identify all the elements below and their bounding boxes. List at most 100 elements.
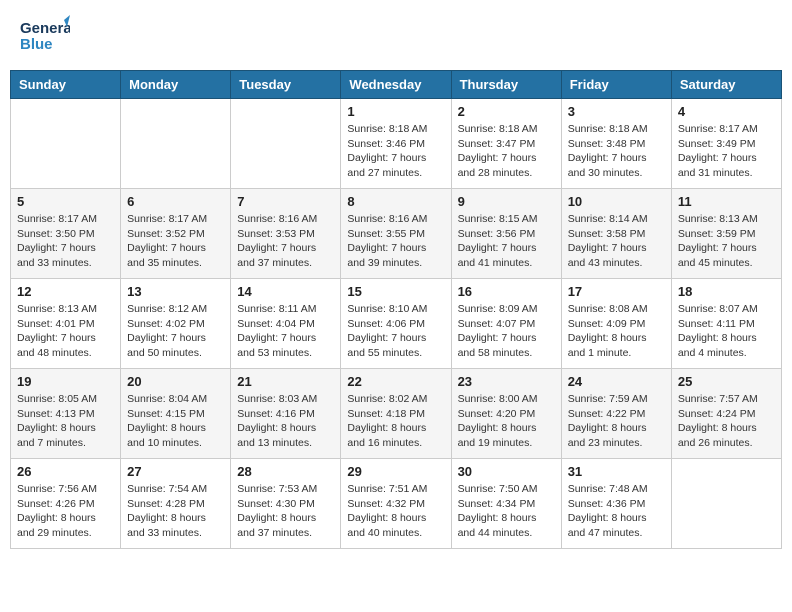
day-number: 13 — [127, 284, 224, 299]
day-info: Sunrise: 8:00 AM Sunset: 4:20 PM Dayligh… — [458, 392, 555, 451]
calendar-cell: 29 Sunrise: 7:51 AM Sunset: 4:32 PM Dayli… — [341, 459, 451, 549]
day-info: Sunrise: 8:17 AM Sunset: 3:50 PM Dayligh… — [17, 212, 114, 271]
day-number: 24 — [568, 374, 665, 389]
calendar-cell: 13Sunrise: 8:12 AM Sunset: 4:02 PM Dayli… — [121, 279, 231, 369]
day-info: Sunrise: 8:18 AM Sunset: 3:48 PM Dayligh… — [568, 122, 665, 181]
logo: GeneralBlue — [20, 15, 70, 55]
calendar-cell: 11Sunrise: 8:13 AM Sunset: 3:59 PM Dayli… — [671, 189, 781, 279]
day-number: 30 — [458, 464, 555, 479]
weekday-header: Friday — [561, 71, 671, 99]
calendar-cell: 12 Sunrise: 8:13 AM Sunset: 4:01 PM Dayli… — [11, 279, 121, 369]
day-number: 29 — [347, 464, 444, 479]
day-info: Sunrise: 8:14 AM Sunset: 3:58 PM Dayligh… — [568, 212, 665, 271]
calendar-cell: 21Sunrise: 8:03 AM Sunset: 4:16 PM Dayli… — [231, 369, 341, 459]
day-info: Sunrise: 8:02 AM Sunset: 4:18 PM Dayligh… — [347, 392, 444, 451]
day-info: Sunrise: 8:13 AM Sunset: 4:01 PM Dayligh… — [17, 302, 114, 361]
day-info: Sunrise: 8:17 AM Sunset: 3:52 PM Dayligh… — [127, 212, 224, 271]
calendar-cell: 6 Sunrise: 8:17 AM Sunset: 3:52 PM Daylig… — [121, 189, 231, 279]
day-number: 10 — [568, 194, 665, 209]
day-info: Sunrise: 8:09 AM Sunset: 4:07 PM Dayligh… — [458, 302, 555, 361]
day-info: Sunrise: 8:16 AM Sunset: 3:55 PM Dayligh… — [347, 212, 444, 271]
day-number: 27 — [127, 464, 224, 479]
day-number: 23 — [458, 374, 555, 389]
calendar-cell: 7 Sunrise: 8:16 AM Sunset: 3:53 PM Daylig… — [231, 189, 341, 279]
day-number: 14 — [237, 284, 334, 299]
logo-svg: GeneralBlue — [20, 15, 70, 55]
day-info: Sunrise: 8:18 AM Sunset: 3:46 PM Dayligh… — [347, 122, 444, 181]
weekday-header: Monday — [121, 71, 231, 99]
calendar-cell: 14 Sunrise: 8:11 AM Sunset: 4:04 PM Dayli… — [231, 279, 341, 369]
day-number: 3 — [568, 104, 665, 119]
day-number: 12 — [17, 284, 114, 299]
day-info: Sunrise: 7:56 AM Sunset: 4:26 PM Dayligh… — [17, 482, 114, 541]
svg-text:Blue: Blue — [20, 36, 53, 53]
day-number: 1 — [347, 104, 444, 119]
day-number: 6 — [127, 194, 224, 209]
day-info: Sunrise: 8:11 AM Sunset: 4:04 PM Dayligh… — [237, 302, 334, 361]
day-info: Sunrise: 8:15 AM Sunset: 3:56 PM Dayligh… — [458, 212, 555, 271]
day-number: 22 — [347, 374, 444, 389]
page-header: GeneralBlue — [10, 10, 782, 60]
day-info: Sunrise: 8:04 AM Sunset: 4:15 PM Dayligh… — [127, 392, 224, 451]
calendar-cell: 4Sunrise: 8:17 AM Sunset: 3:49 PM Daylig… — [671, 99, 781, 189]
day-number: 15 — [347, 284, 444, 299]
calendar-cell: 24 Sunrise: 7:59 AM Sunset: 4:22 PM Dayli… — [561, 369, 671, 459]
calendar-cell — [11, 99, 121, 189]
day-info: Sunrise: 7:59 AM Sunset: 4:22 PM Dayligh… — [568, 392, 665, 451]
day-number: 2 — [458, 104, 555, 119]
calendar-cell — [231, 99, 341, 189]
calendar-cell: 9Sunrise: 8:15 AM Sunset: 3:56 PM Daylig… — [451, 189, 561, 279]
day-number: 28 — [237, 464, 334, 479]
weekday-header: Tuesday — [231, 71, 341, 99]
calendar-cell: 26Sunrise: 7:56 AM Sunset: 4:26 PM Dayli… — [11, 459, 121, 549]
day-info: Sunrise: 8:10 AM Sunset: 4:06 PM Dayligh… — [347, 302, 444, 361]
calendar-cell: 17Sunrise: 8:08 AM Sunset: 4:09 PM Dayli… — [561, 279, 671, 369]
calendar-cell: 31 Sunrise: 7:48 AM Sunset: 4:36 PM Dayli… — [561, 459, 671, 549]
day-info: Sunrise: 7:57 AM Sunset: 4:24 PM Dayligh… — [678, 392, 775, 451]
calendar-cell: 20 Sunrise: 8:04 AM Sunset: 4:15 PM Dayli… — [121, 369, 231, 459]
calendar-week-row: 19Sunrise: 8:05 AM Sunset: 4:13 PM Dayli… — [11, 369, 782, 459]
calendar-cell: 8Sunrise: 8:16 AM Sunset: 3:55 PM Daylig… — [341, 189, 451, 279]
weekday-header: Thursday — [451, 71, 561, 99]
day-number: 5 — [17, 194, 114, 209]
day-number: 25 — [678, 374, 775, 389]
day-number: 31 — [568, 464, 665, 479]
calendar-cell: 1 Sunrise: 8:18 AM Sunset: 3:46 PM Daylig… — [341, 99, 451, 189]
calendar-cell: 23 Sunrise: 8:00 AM Sunset: 4:20 PM Dayli… — [451, 369, 561, 459]
day-number: 18 — [678, 284, 775, 299]
calendar-header-row: SundayMondayTuesdayWednesdayThursdayFrid… — [11, 71, 782, 99]
day-info: Sunrise: 8:16 AM Sunset: 3:53 PM Dayligh… — [237, 212, 334, 271]
calendar-cell: 27 Sunrise: 7:54 AM Sunset: 4:28 PM Dayli… — [121, 459, 231, 549]
calendar-cell — [121, 99, 231, 189]
day-info: Sunrise: 8:13 AM Sunset: 3:59 PM Dayligh… — [678, 212, 775, 271]
calendar-table: SundayMondayTuesdayWednesdayThursdayFrid… — [10, 70, 782, 549]
day-number: 20 — [127, 374, 224, 389]
day-number: 7 — [237, 194, 334, 209]
calendar-week-row: 26Sunrise: 7:56 AM Sunset: 4:26 PM Dayli… — [11, 459, 782, 549]
day-number: 4 — [678, 104, 775, 119]
calendar-cell: 5 Sunrise: 8:17 AM Sunset: 3:50 PM Daylig… — [11, 189, 121, 279]
day-info: Sunrise: 8:07 AM Sunset: 4:11 PM Dayligh… — [678, 302, 775, 361]
day-number: 21 — [237, 374, 334, 389]
calendar-week-row: 5 Sunrise: 8:17 AM Sunset: 3:50 PM Daylig… — [11, 189, 782, 279]
weekday-header: Sunday — [11, 71, 121, 99]
day-info: Sunrise: 7:48 AM Sunset: 4:36 PM Dayligh… — [568, 482, 665, 541]
calendar-cell: 16 Sunrise: 8:09 AM Sunset: 4:07 PM Dayli… — [451, 279, 561, 369]
day-info: Sunrise: 7:50 AM Sunset: 4:34 PM Dayligh… — [458, 482, 555, 541]
calendar-cell: 15 Sunrise: 8:10 AM Sunset: 4:06 PM Dayli… — [341, 279, 451, 369]
weekday-header: Wednesday — [341, 71, 451, 99]
day-info: Sunrise: 8:18 AM Sunset: 3:47 PM Dayligh… — [458, 122, 555, 181]
day-number: 16 — [458, 284, 555, 299]
day-info: Sunrise: 7:53 AM Sunset: 4:30 PM Dayligh… — [237, 482, 334, 541]
calendar-cell: 22 Sunrise: 8:02 AM Sunset: 4:18 PM Dayli… — [341, 369, 451, 459]
calendar-week-row: 12 Sunrise: 8:13 AM Sunset: 4:01 PM Dayli… — [11, 279, 782, 369]
day-info: Sunrise: 8:08 AM Sunset: 4:09 PM Dayligh… — [568, 302, 665, 361]
calendar-cell: 18 Sunrise: 8:07 AM Sunset: 4:11 PM Dayli… — [671, 279, 781, 369]
day-info: Sunrise: 7:54 AM Sunset: 4:28 PM Dayligh… — [127, 482, 224, 541]
calendar-cell: 19Sunrise: 8:05 AM Sunset: 4:13 PM Dayli… — [11, 369, 121, 459]
calendar-cell: 10 Sunrise: 8:14 AM Sunset: 3:58 PM Dayli… — [561, 189, 671, 279]
calendar-cell: 30 Sunrise: 7:50 AM Sunset: 4:34 PM Dayli… — [451, 459, 561, 549]
day-info: Sunrise: 7:51 AM Sunset: 4:32 PM Dayligh… — [347, 482, 444, 541]
calendar-cell: 28 Sunrise: 7:53 AM Sunset: 4:30 PM Dayli… — [231, 459, 341, 549]
calendar-cell: 2 Sunrise: 8:18 AM Sunset: 3:47 PM Daylig… — [451, 99, 561, 189]
